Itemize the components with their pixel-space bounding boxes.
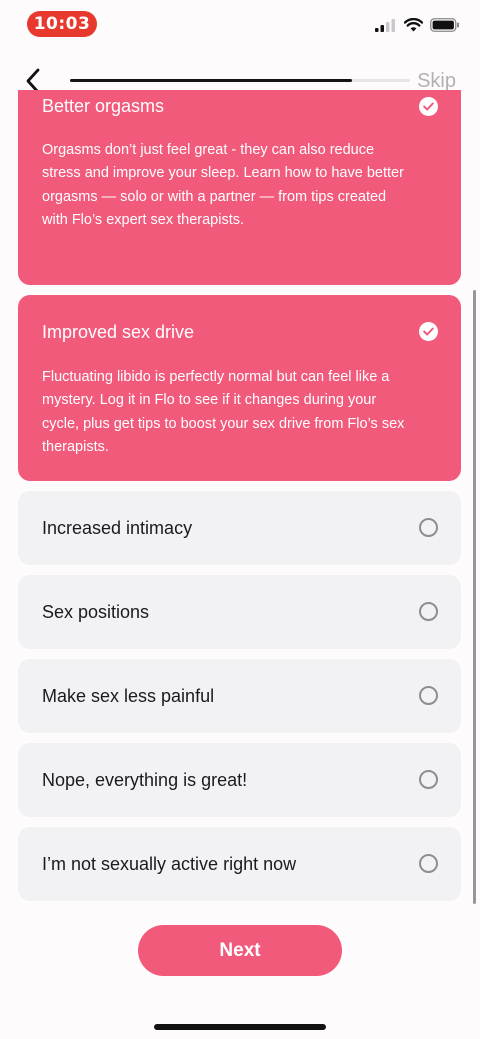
progress-bar bbox=[70, 79, 410, 82]
wifi-icon bbox=[404, 18, 423, 32]
status-icons bbox=[375, 18, 460, 32]
status-time: 10:03 bbox=[27, 11, 97, 37]
options-list: Better orgasms Orgasms don’t just feel g… bbox=[18, 90, 462, 902]
option-title: Make sex less painful bbox=[42, 686, 215, 706]
scrollbar[interactable] bbox=[473, 290, 476, 904]
option-card-everything-great[interactable]: Nope, everything is great! bbox=[18, 743, 461, 817]
option-description: Fluctuating libido is perfectly normal b… bbox=[42, 369, 405, 455]
option-title: Better orgasms bbox=[42, 96, 165, 116]
radio-circle-icon bbox=[419, 770, 438, 789]
status-bar: 10:03 bbox=[0, 0, 480, 50]
option-card-sex-positions[interactable]: Sex positions bbox=[18, 575, 461, 649]
progress-bar-fill bbox=[70, 79, 353, 82]
option-title: Improved sex drive bbox=[42, 322, 195, 342]
home-indicator[interactable] bbox=[154, 1024, 326, 1030]
option-title: I’m not sexually active right now bbox=[42, 854, 297, 874]
option-card-not-active[interactable]: I’m not sexually active right now bbox=[18, 827, 461, 901]
option-title: Nope, everything is great! bbox=[42, 770, 248, 790]
checkmark-circle-icon bbox=[419, 97, 438, 116]
option-description: Orgasms don’t just feel great - they can… bbox=[42, 142, 404, 228]
radio-circle-icon bbox=[419, 686, 438, 705]
option-card-improved-sex-drive[interactable]: Improved sex drive Fluctuating libido is… bbox=[18, 295, 461, 481]
next-button[interactable]: Next bbox=[138, 925, 342, 976]
option-title: Sex positions bbox=[42, 602, 150, 622]
cellular-signal-icon bbox=[375, 18, 395, 32]
radio-circle-icon bbox=[419, 602, 438, 621]
checkmark-circle-icon bbox=[419, 322, 438, 341]
option-card-better-orgasms[interactable]: Better orgasms Orgasms don’t just feel g… bbox=[18, 90, 461, 285]
radio-circle-icon bbox=[419, 854, 438, 873]
radio-circle-icon bbox=[419, 518, 438, 537]
battery-icon bbox=[430, 18, 459, 32]
option-title: Increased intimacy bbox=[42, 518, 193, 538]
option-card-increased-intimacy[interactable]: Increased intimacy bbox=[18, 491, 461, 565]
option-card-less-painful[interactable]: Make sex less painful bbox=[18, 659, 461, 733]
